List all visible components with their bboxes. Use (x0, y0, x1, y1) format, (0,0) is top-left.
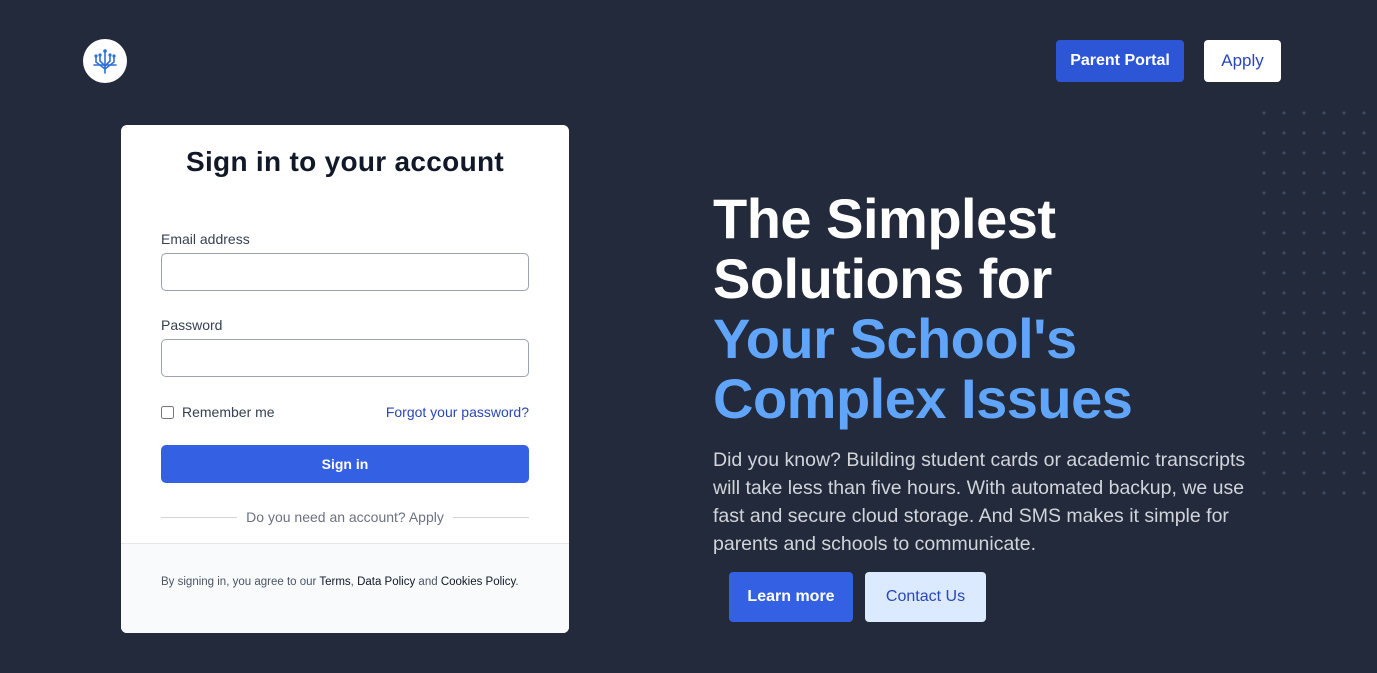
data-policy-link[interactable]: Data Policy (357, 576, 415, 588)
learn-more-button[interactable]: Learn more (729, 572, 853, 622)
password-field[interactable] (161, 339, 529, 377)
remember-me-checkbox[interactable] (161, 405, 174, 419)
hero-title-line-2: Solutions for (713, 247, 1052, 310)
card-footer: By signing in, you agree to our Terms, D… (121, 543, 569, 633)
contact-us-button[interactable]: Contact Us (865, 572, 986, 622)
terms-and: and (415, 576, 441, 588)
hero-title: The Simplest Solutions for Your School's… (713, 187, 1133, 430)
hero-title-line-3: Your School's (713, 307, 1077, 370)
terms-comma: , (350, 576, 354, 588)
divider-line-left (161, 516, 238, 518)
hero-description: Did you know? Building student cards or … (713, 449, 1246, 555)
account-divider: Do you need an account? Apply (161, 509, 530, 525)
parent-portal-button[interactable]: Parent Portal (1056, 40, 1184, 82)
forgot-password-link[interactable]: Forgot your password? (386, 404, 529, 420)
hero-title-line-1: The Simplest (713, 187, 1056, 250)
remember-me-row: Remember me (161, 404, 275, 420)
terms-notice-prefix: By signing in, you agree to our (161, 576, 320, 588)
apply-prompt-link[interactable]: Do you need an account? Apply (246, 509, 444, 525)
signin-card: Sign in to your account Email address Pa… (121, 125, 569, 633)
hero-title-line-4: Complex Issues (713, 367, 1133, 430)
terms-period: . (515, 576, 519, 588)
remember-me-label[interactable]: Remember me (182, 404, 275, 420)
terms-link[interactable]: Terms (319, 576, 350, 588)
dot-pattern-decoration (1254, 103, 1377, 503)
signin-title: Sign in to your account (185, 146, 505, 177)
apply-button[interactable]: Apply (1204, 40, 1281, 82)
divider-line-right (452, 516, 530, 518)
terms-notice: By signing in, you agree to our Terms, D… (161, 572, 521, 592)
circuit-tree-icon (93, 49, 117, 74)
email-field[interactable] (161, 253, 529, 291)
signin-button[interactable]: Sign in (161, 445, 529, 483)
cookies-policy-link[interactable]: Cookies Policy (441, 576, 516, 588)
password-label: Password (161, 317, 223, 333)
email-label: Email address (161, 231, 250, 247)
logo[interactable] (83, 39, 127, 83)
